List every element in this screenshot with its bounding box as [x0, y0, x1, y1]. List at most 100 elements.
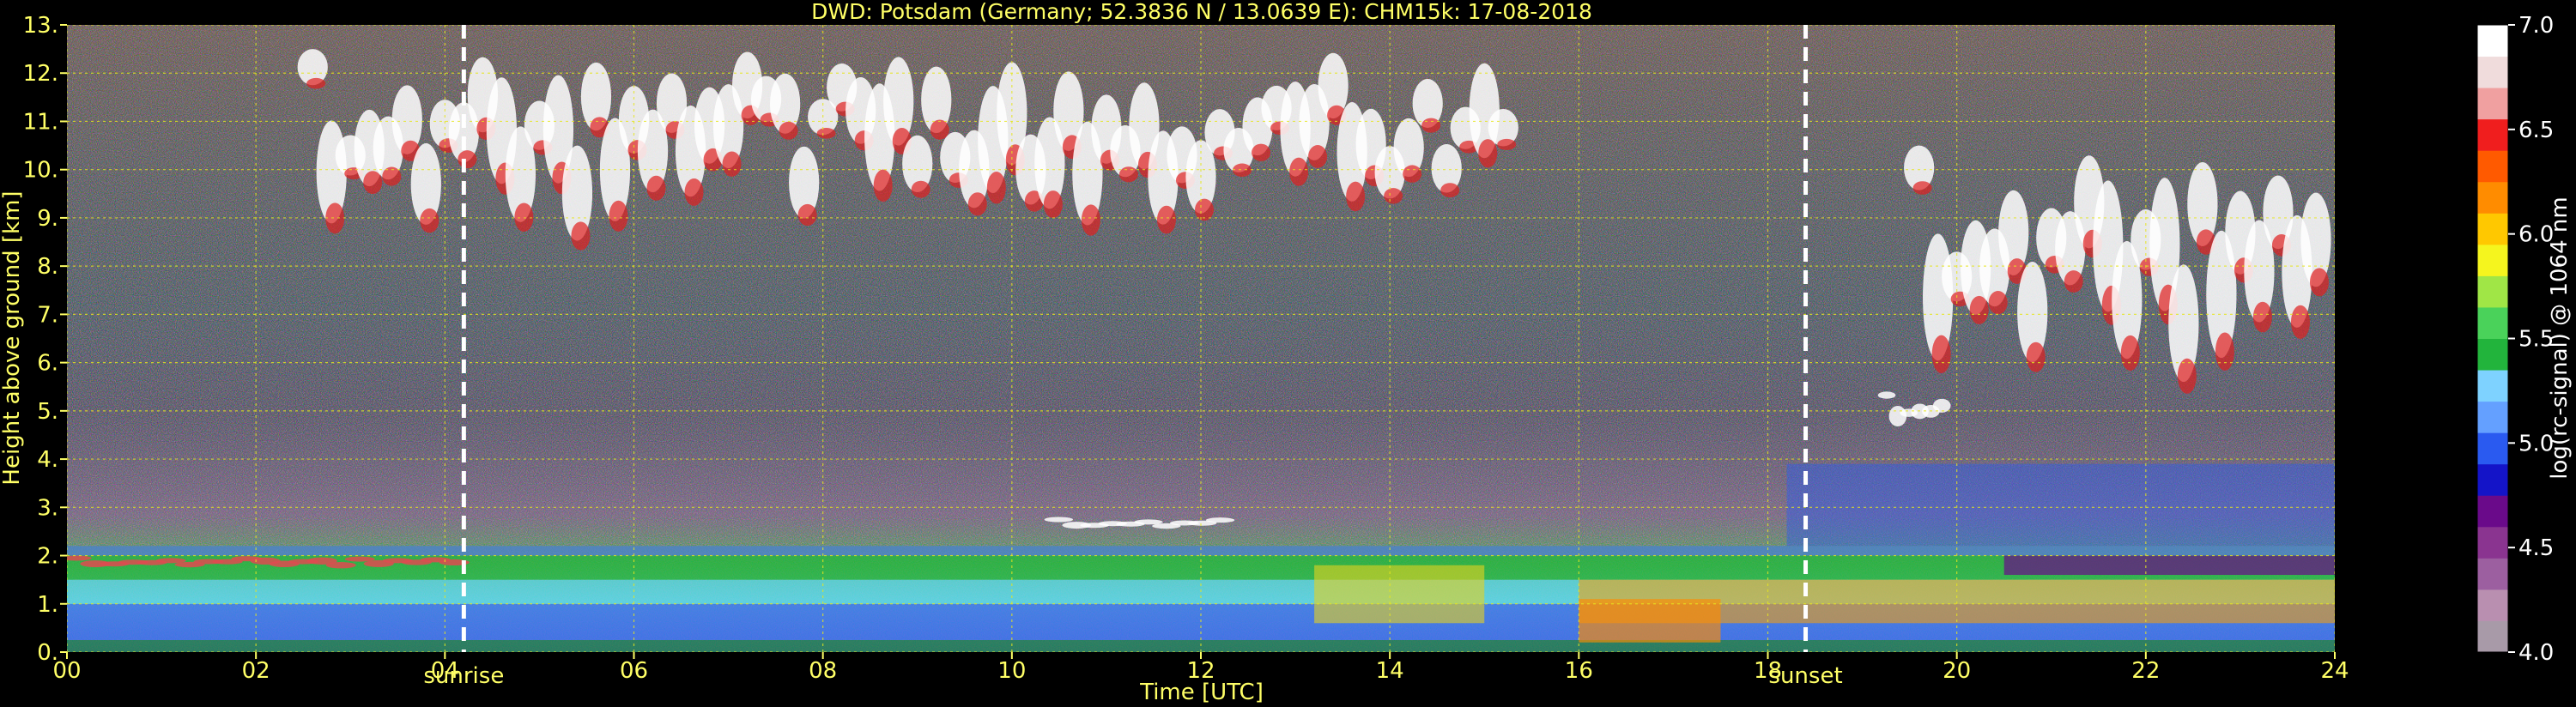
cloud-edge	[1931, 335, 1951, 374]
colorbar-tick-label: 4.5	[2518, 535, 2554, 561]
cloud-edge	[306, 77, 326, 89]
y-axis-label: Height above ground [km]	[0, 190, 25, 485]
x-tick-label: 02	[242, 658, 270, 684]
cloud-edge	[1969, 295, 1989, 324]
x-tick-label: 16	[1565, 658, 1593, 684]
night-layer	[2003, 555, 2335, 576]
cloud-edge	[779, 121, 798, 140]
colorbar-swatch	[2477, 338, 2508, 371]
cloud-edge	[420, 208, 439, 233]
colorbar-swatch	[2477, 25, 2508, 57]
x-axis-label: Time [UTC]	[1139, 680, 1264, 705]
cloud-edge	[325, 202, 345, 234]
colorbar-swatch	[2477, 370, 2508, 402]
colorbar-swatch	[2477, 620, 2508, 653]
x-tick-label: 08	[809, 658, 837, 684]
y-tick-label: 11.	[23, 109, 58, 135]
cloud-edge	[1346, 181, 1366, 212]
cloud-edge	[571, 221, 591, 251]
cloud-edge	[363, 171, 383, 195]
colorbar: 4.04.55.05.56.06.57.0 log(rc-signal) @ 1…	[2476, 13, 2573, 666]
y-tick-label: 3.	[37, 495, 58, 521]
cloud-edge	[816, 127, 836, 139]
cloud-edge	[1440, 183, 1460, 198]
x-tick-label: 22	[2131, 658, 2160, 684]
y-tick-label: 13.	[23, 13, 58, 39]
cloud-edge	[1156, 205, 1176, 234]
cloud-edge	[1421, 118, 1441, 133]
evening-core	[1579, 599, 1721, 643]
y-tick-label: 9.	[37, 206, 58, 232]
y-tick-label: 7.	[37, 302, 58, 328]
colorbar-swatch	[2477, 432, 2508, 465]
cloud-edge	[1252, 143, 1271, 161]
colorbar-tick-label: 7.0	[2518, 13, 2554, 39]
chart-title: DWD: Potsdam (Germany; 52.3836 N / 13.06…	[811, 0, 1592, 24]
cloud-edge	[2177, 358, 2197, 394]
cloud-edge	[646, 175, 666, 201]
cloud-edge	[1384, 188, 1403, 204]
cloud-streak	[1044, 517, 1074, 523]
evening-aerosol	[1786, 463, 2335, 547]
x-tick-label: 14	[1376, 658, 1404, 684]
colorbar-swatch	[2477, 401, 2508, 433]
ceilometer-figure: sunrise sunset 00 02 04 06 08 10 12 14 16 18 20 22 24…	[0, 0, 2573, 705]
x-tick-label: 06	[620, 658, 648, 684]
colorbar-swatch	[2477, 495, 2508, 528]
x-tick-label: 10	[997, 658, 1026, 684]
cloud-edge	[911, 180, 930, 198]
y-axis-ticks: 0. 1. 2. 3. 4. 5. 6. 7. 8. 9. 10. 11. 12. 13.	[23, 13, 67, 666]
cloud-edge	[986, 172, 1006, 204]
colorbar-swatch	[2477, 213, 2508, 245]
colorbar-tick-label: 6.5	[2518, 118, 2554, 143]
y-tick-label: 5.	[37, 399, 58, 425]
cloud-edge	[514, 202, 534, 232]
cloud-edge	[873, 169, 893, 202]
cloud-edge	[2064, 270, 2083, 293]
x-tick-label: 24	[2320, 658, 2349, 684]
cloud-edge	[1478, 139, 1498, 168]
colorbar-swatch	[2477, 244, 2508, 276]
colorbar-tick-label: 4.0	[2518, 640, 2554, 666]
cloud-streak	[325, 562, 356, 569]
cloud-edge	[609, 200, 628, 232]
cloud-edge	[2026, 341, 2046, 372]
cloud-edge	[2120, 335, 2140, 372]
cloud-edge	[1403, 165, 1422, 183]
colorbar-swatch	[2477, 275, 2508, 308]
colorbar-swatch	[2477, 88, 2508, 120]
plot-area: sunrise sunset	[67, 25, 2335, 689]
colorbar-label: log(rc-signal) @ 1064 nm	[2547, 196, 2573, 479]
cloud-edge	[458, 150, 477, 169]
cloud-edge	[2290, 305, 2310, 340]
cloud-edge	[1233, 163, 1252, 178]
cloud-edge	[2252, 301, 2272, 333]
y-tick-label: 4.	[37, 447, 58, 473]
y-tick-label: 12.	[23, 61, 58, 87]
y-tick-label: 6.	[37, 351, 58, 377]
cloud-edge	[967, 192, 987, 216]
cloud-streak	[1205, 517, 1235, 523]
cloud-edge	[1912, 181, 1932, 195]
x-tick-label: 18	[1754, 658, 1782, 684]
cloud-edge	[1043, 190, 1063, 219]
cloud-edge	[722, 151, 742, 177]
cloud-edge	[930, 119, 949, 140]
y-tick-label: 2.	[37, 544, 58, 570]
cloud-edge	[1289, 157, 1309, 186]
cloud-streak	[1877, 391, 1896, 399]
colorbar-swatch	[2477, 558, 2508, 590]
cloud-edge	[797, 203, 817, 227]
colorbar-swatch	[2477, 463, 2508, 496]
colorbar-swatch	[2477, 306, 2508, 339]
x-tick-label: 20	[1943, 658, 1971, 684]
convective-layer	[1314, 565, 1485, 624]
x-tick-label: 04	[431, 658, 459, 684]
y-tick-label: 10.	[23, 158, 58, 184]
y-tick-label: 1.	[37, 592, 58, 618]
colorbar-swatch	[2477, 150, 2508, 183]
colorbar-swatch	[2477, 589, 2508, 621]
cloud-edge	[1988, 291, 2008, 315]
cloud-edge	[2215, 332, 2234, 372]
cloud-edge	[684, 178, 704, 206]
